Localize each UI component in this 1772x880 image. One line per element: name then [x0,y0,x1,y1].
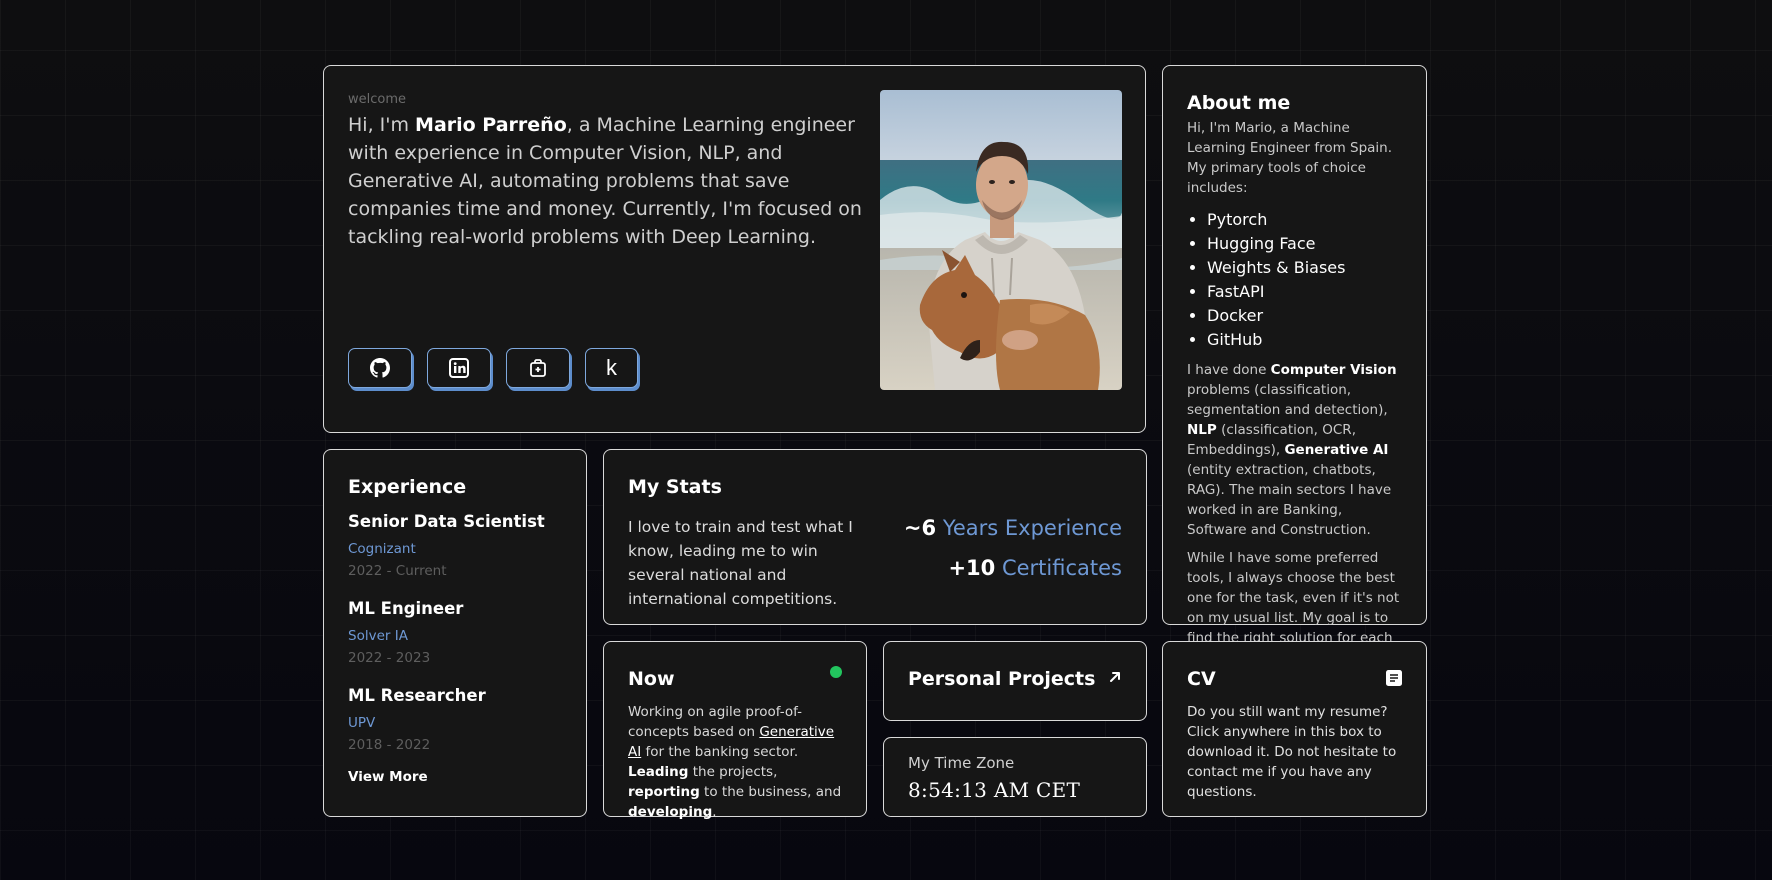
stats-card: My Stats I love to train and test what I… [603,449,1147,625]
bold-leading: Leading [628,764,689,780]
kaggle-button[interactable]: k [585,348,638,388]
now-title: Now [628,668,675,690]
timezone-label: My Time Zone [908,754,1015,772]
about-intro: Hi, I'm Mario, a Machine Learning Engine… [1187,120,1393,196]
tool-item: Pytorch [1207,208,1402,232]
personal-projects-card[interactable]: Personal Projects [883,641,1147,721]
now-card: Now Working on agile proof-of-concepts b… [603,641,867,820]
text-span: . [712,804,717,820]
tool-item: GitHub [1207,328,1402,352]
tools-list: Pytorch Hugging Face Weights & Biases Fa… [1187,208,1402,352]
social-links: k [348,348,638,388]
timezone-card: My Time Zone 8:54:13 AM CET [883,737,1147,817]
tool-item: FastAPI [1207,280,1402,304]
hero-card: welcome Hi, I'm Mario Parreño, a Machine… [323,65,1146,433]
experience-item: ML Engineer Solver IA 2022 - 2023 [348,599,562,666]
experience-dates: 2022 - 2023 [348,650,431,666]
experience-dates: 2022 - Current [348,563,447,579]
experience-role: Senior Data Scientist [348,512,545,531]
experience-company: UPV [348,715,376,731]
github-icon [370,358,390,378]
linkedin-icon [449,358,469,378]
text-span: problems (classification, segmentation a… [1187,382,1388,418]
kaggle-icon: k [606,355,617,380]
text-span: (entity extraction, chatbots, RAG). The … [1187,462,1392,538]
about-card: About me Hi, I'm Mario, a Machine Learni… [1162,65,1427,666]
view-more-link[interactable]: View More [348,769,562,785]
text-span: the projects, [688,764,778,780]
text-span: I have done [1187,362,1271,378]
stat-years-label: Years Experience [942,516,1122,540]
experience-company: Solver IA [348,628,408,644]
github-button[interactable] [348,348,412,388]
experience-item: ML Researcher UPV 2018 - 2022 [348,686,562,753]
document-icon [1386,670,1402,686]
now-text: Working on agile proof-of-concepts based… [628,702,842,822]
bold-cv: Computer Vision [1270,362,1397,378]
experience-company: Cognizant [348,541,416,557]
text-span: for the banking sector. [641,744,799,760]
stats-text: I love to train and test what I know, le… [628,518,853,608]
experience-item: Senior Data Scientist Cognizant 2022 - C… [348,512,562,579]
cv-card[interactable]: CV Do you still want my resume? Click an… [1162,641,1427,817]
cv-text: Do you still want my resume? Click anywh… [1187,704,1397,800]
name: Mario Parreño [415,114,567,136]
stats-title: My Stats [628,476,722,498]
bold-nlp: NLP [1187,422,1217,438]
bold-reporting: reporting [628,784,700,800]
experience-role: ML Researcher [348,686,486,705]
intro-prefix: Hi, I'm [348,114,416,136]
stat-certificates-label: Certificates [1001,556,1122,580]
experience-dates: 2018 - 2022 [348,737,431,753]
intro-text: Hi, I'm Mario Parreño, a Machine Learnin… [348,111,868,251]
timezone-clock: 8:54:13 AM CET [908,778,1081,802]
experience-role: ML Engineer [348,599,464,618]
about-title: About me [1187,92,1291,114]
stat-certificates: +10 Certificates [948,556,1122,580]
tool-item: Docker [1207,304,1402,328]
experience-title: Experience [348,476,467,498]
briefcase-button[interactable] [506,348,570,388]
stat-years: ~6 Years Experience [904,516,1122,540]
tool-item: Hugging Face [1207,232,1402,256]
tool-item: Weights & Biases [1207,256,1402,280]
arrow-up-right-icon [1110,672,1120,682]
profile-photo [880,90,1122,390]
welcome-label: welcome [348,92,407,107]
projects-title: Personal Projects [908,668,1096,690]
experience-card: Experience Senior Data Scientist Cogniza… [323,449,587,817]
stat-years-value: ~6 [903,516,937,540]
about-experience-text: I have done Computer Vision problems (cl… [1187,360,1402,540]
status-indicator [830,666,842,678]
bold-genai: Generative AI [1284,442,1389,458]
bold-developing: developing [628,804,713,820]
cv-title: CV [1187,668,1216,690]
briefcase-icon [530,359,546,377]
text-span: to the business, and [699,784,842,800]
stat-certificates-value: +10 [948,556,996,580]
linkedin-button[interactable] [427,348,491,388]
